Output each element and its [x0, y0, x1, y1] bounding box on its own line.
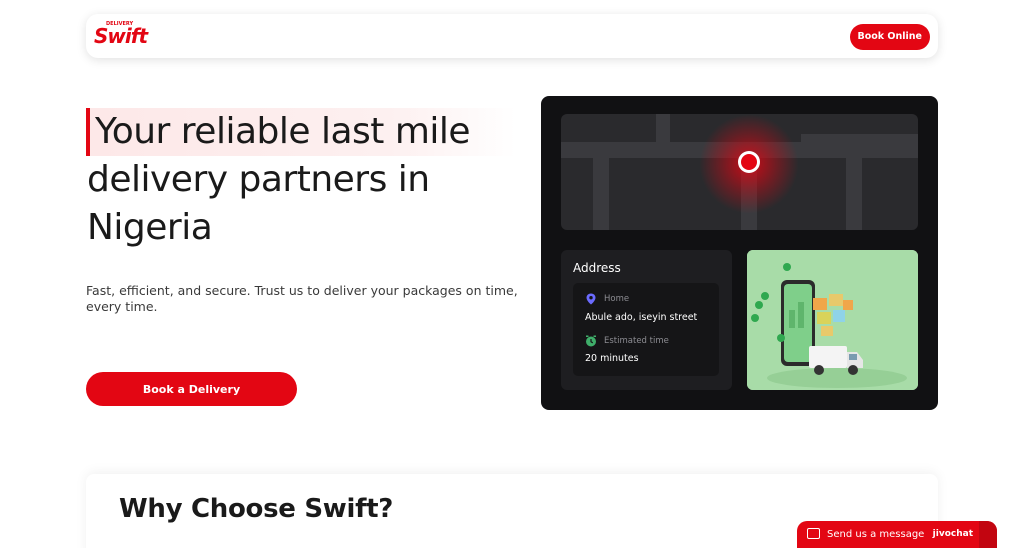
map-road [801, 134, 918, 148]
home-pin-icon [586, 293, 596, 305]
clock-icon [586, 335, 596, 347]
address-details: Home Abule ado, iseyin street Estimated … [573, 283, 719, 376]
book-delivery-button[interactable]: Book a Delivery [86, 372, 297, 406]
address-title: Address [573, 261, 621, 275]
location-pin-icon [738, 151, 760, 173]
phone-van-illustration [747, 250, 918, 390]
map-road [593, 142, 609, 230]
chat-corner [979, 521, 997, 548]
hero-title-line-2: delivery partners in [87, 159, 430, 200]
site-header: Swift DELIVERY Book Online [86, 14, 938, 58]
swift-logo[interactable]: Swift [94, 24, 148, 48]
hero-title-line-1: Your reliable last mile [95, 111, 471, 152]
map-road [656, 114, 670, 158]
hero-title-line-3: Nigeria [87, 207, 213, 248]
chat-brand: jivochat [932, 529, 973, 539]
logo-text: Swift [94, 24, 148, 48]
book-online-button[interactable]: Book Online [849, 24, 930, 50]
estimated-time-value: 20 minutes [585, 353, 639, 364]
chat-widget-button[interactable]: Send us a message jivochat [797, 521, 997, 548]
hero-subtitle: Fast, efficient, and secure. Trust us to… [86, 283, 518, 314]
delivery-illustration [747, 250, 918, 390]
why-choose-title: Why Choose Swift? [119, 494, 394, 524]
hero-title-block: Your reliable last mile delivery partner… [86, 108, 526, 252]
message-icon [807, 528, 820, 539]
map-road [846, 134, 862, 230]
chat-label: Send us a message [827, 529, 925, 540]
map-view [561, 114, 918, 230]
home-label: Home [604, 294, 630, 304]
delivery-tracking-card: Address Home Abule ado, iseyin street Es… [541, 96, 938, 410]
estimated-time-label: Estimated time [604, 336, 669, 346]
address-panel: Address Home Abule ado, iseyin street Es… [561, 250, 732, 390]
hero-title: Your reliable last mile delivery partner… [86, 108, 526, 252]
home-address-value: Abule ado, iseyin street [585, 312, 698, 323]
logo-tagline: DELIVERY [106, 21, 134, 27]
